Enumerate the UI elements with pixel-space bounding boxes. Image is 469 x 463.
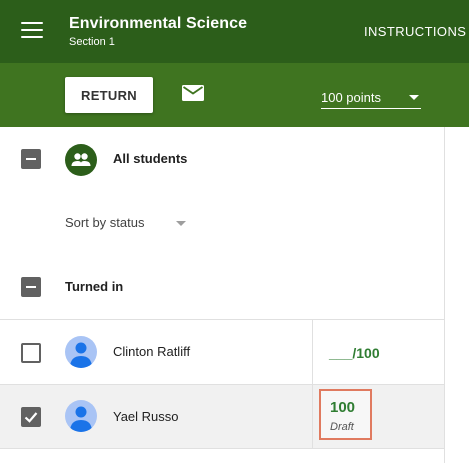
divider [312,385,313,448]
checkmark-icon [24,412,38,423]
person-icon [70,342,92,368]
section-turned-in-label: Turned in [65,279,124,294]
student-checkbox[interactable] [21,407,41,427]
points-dropdown[interactable]: 100 points [321,87,421,109]
points-value: 100 points [321,90,381,105]
email-icon[interactable] [182,85,204,101]
app-bar: Environmental Science Section 1 INSTRUCT… [0,0,469,63]
grade-input[interactable]: 100 Draft [319,389,372,440]
tab-instructions[interactable]: INSTRUCTIONS [364,24,466,39]
people-icon [65,144,97,176]
return-button[interactable]: RETURN [65,77,153,113]
dropdown-caret-icon [409,95,419,100]
class-section: Section 1 [69,36,115,48]
student-name[interactable]: Clinton Ratliff [113,344,190,359]
grade-input[interactable]: ___/100 [329,345,380,361]
select-all-checkbox[interactable] [21,149,41,169]
all-students-label: All students [113,151,188,166]
sort-label: Sort by status [65,215,145,230]
avatar [65,400,97,432]
panel-divider [444,127,445,463]
class-title: Environmental Science [69,15,248,32]
sort-dropdown[interactable]: Sort by status [65,214,190,234]
grading-toolbar: RETURN 100 points [0,63,469,127]
menu-icon[interactable] [21,22,43,40]
avatar [65,336,97,368]
divider [0,319,444,320]
student-checkbox[interactable] [21,343,41,363]
divider [0,448,444,449]
person-icon [70,406,92,432]
grade-value: 100 [330,399,356,416]
section-select-checkbox[interactable] [21,277,41,297]
student-name[interactable]: Yael Russo [113,409,179,424]
grade-status: Draft [330,421,354,433]
dropdown-caret-icon [176,221,186,226]
divider [312,320,313,384]
